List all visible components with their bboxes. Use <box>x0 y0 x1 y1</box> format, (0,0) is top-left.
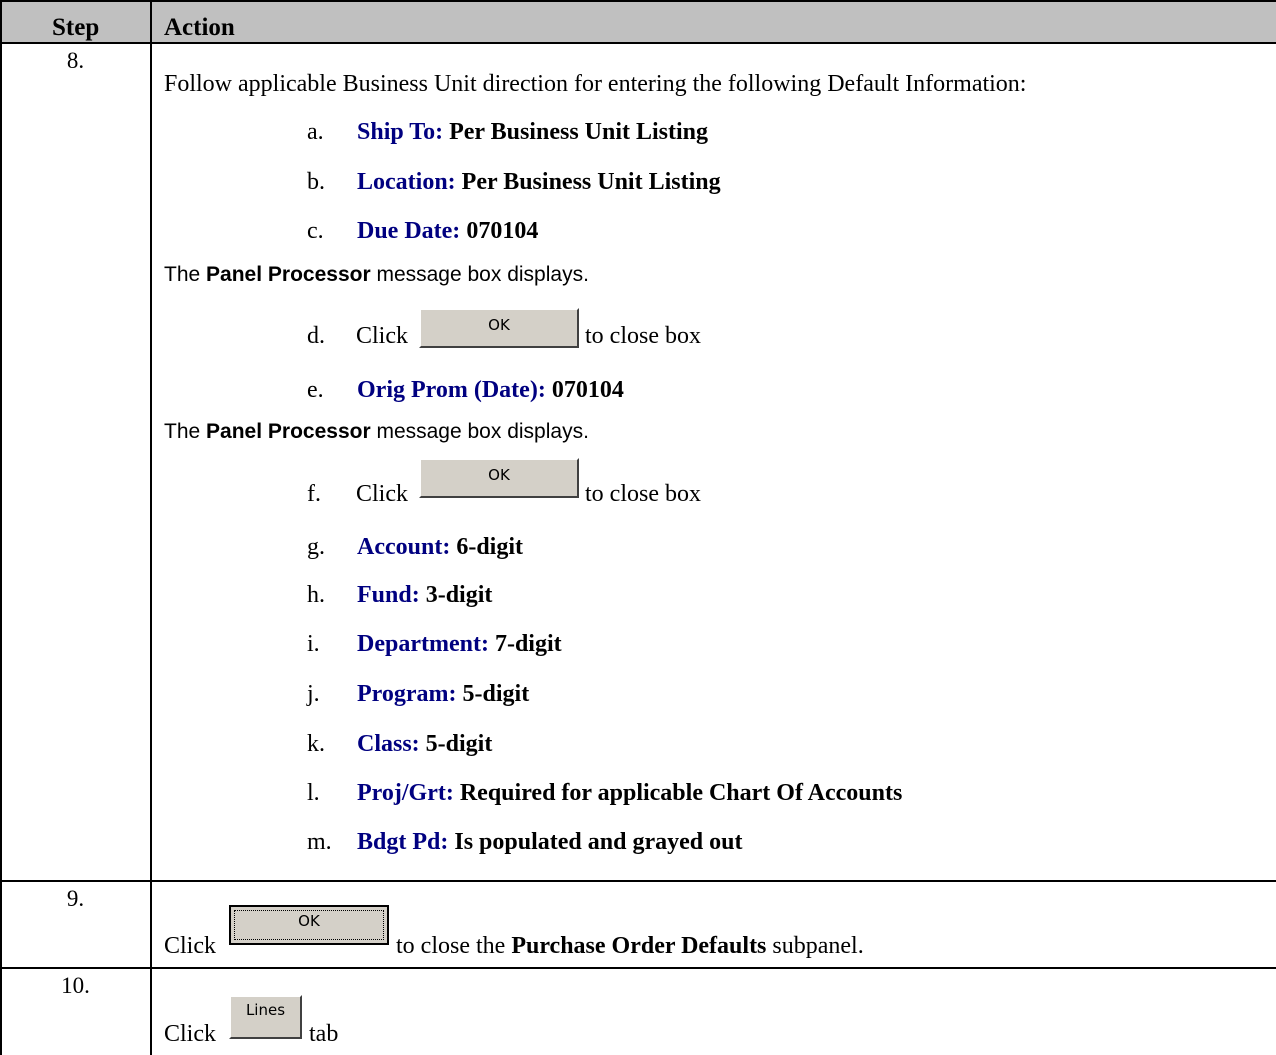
list-item: Department: 7-digit <box>357 631 562 657</box>
header-step: Step <box>52 14 100 41</box>
item-letter: f. <box>307 481 321 507</box>
step-number: 10. <box>61 973 90 998</box>
click-text: Click <box>356 323 408 349</box>
after-text: to close box <box>585 323 701 349</box>
after-text: to close the Purchase Order Defaults sub… <box>396 933 864 959</box>
table-border-top <box>0 0 1276 2</box>
ok-button-focused[interactable]: OK <box>229 905 389 945</box>
list-item: Due Date: 070104 <box>357 218 539 244</box>
item-letter: l. <box>307 780 320 806</box>
list-item: Account: 6-digit <box>357 534 523 560</box>
list-item: Ship To: Per Business Unit Listing <box>357 119 709 145</box>
note-text: The Panel Processor message box displays… <box>164 420 589 443</box>
row-divider <box>0 967 1276 969</box>
row-divider <box>0 880 1276 882</box>
after-text: to close box <box>585 481 701 507</box>
list-item: Program: 5-digit <box>357 681 530 707</box>
list-item: Class: 5-digit <box>357 731 493 757</box>
after-text: tab <box>309 1021 339 1047</box>
item-letter: c. <box>307 218 324 244</box>
header-divider <box>0 42 1276 44</box>
note-text: The Panel Processor message box displays… <box>164 263 589 286</box>
row-intro: Follow applicable Business Unit directio… <box>164 71 1027 97</box>
lines-tab-button[interactable]: Lines <box>229 995 302 1039</box>
click-text: Click <box>164 1021 216 1047</box>
step-number: 9. <box>66 886 85 911</box>
item-letter: d. <box>307 323 325 349</box>
item-letter: m. <box>307 829 332 855</box>
item-letter: b. <box>307 169 325 195</box>
step-number: 8. <box>66 48 85 73</box>
click-text: Click <box>164 933 216 959</box>
list-item: Bdgt Pd: Is populated and grayed out <box>357 829 743 855</box>
item-letter: k. <box>307 731 325 757</box>
item-letter: i. <box>307 631 320 657</box>
header-action: Action <box>164 14 235 41</box>
table-header: Step Action <box>0 0 1276 43</box>
ok-button[interactable]: OK <box>419 308 579 348</box>
list-item: Proj/Grt: Required for applicable Chart … <box>357 780 903 806</box>
item-letter: e. <box>307 377 324 403</box>
instruction-table: Step Action 8. Follow applicable Busines… <box>0 0 1276 1055</box>
click-text: Click <box>356 481 408 507</box>
list-item: Location: Per Business Unit Listing <box>357 169 721 195</box>
item-letter: a. <box>307 119 324 145</box>
item-letter: j. <box>307 681 320 707</box>
list-item: Orig Prom (Date): 070104 <box>357 377 624 403</box>
ok-button[interactable]: OK <box>419 458 579 498</box>
item-letter: h. <box>307 582 325 608</box>
list-item: Fund: 3-digit <box>357 582 493 608</box>
item-letter: g. <box>307 534 325 560</box>
